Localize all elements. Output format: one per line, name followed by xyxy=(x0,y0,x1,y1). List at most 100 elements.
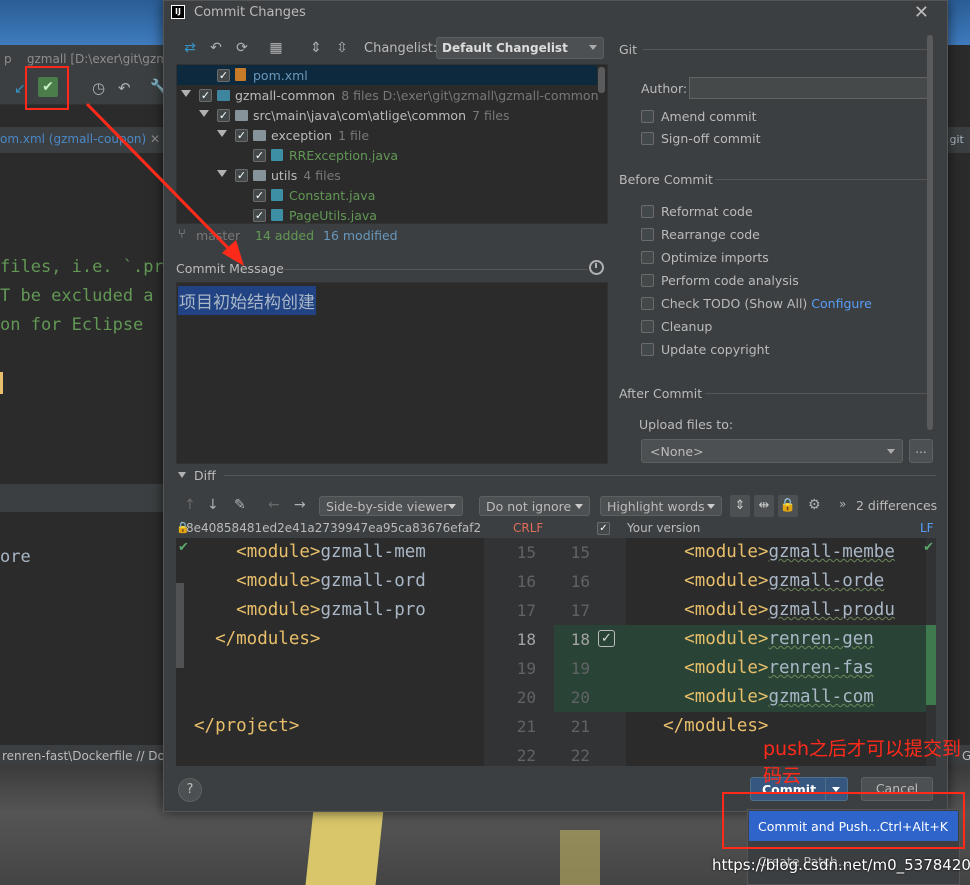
upload-target-select[interactable]: <None> xyxy=(641,439,903,463)
next-change-icon[interactable]: ↓ xyxy=(207,497,219,513)
diff-toolbar: ↑ ↓ ✎ ← → Side-by-side viewer Do not ign… xyxy=(176,494,938,518)
option-label: Amend commit xyxy=(661,109,757,124)
expand-toggle-icon[interactable] xyxy=(217,170,227,177)
xml-tag: <module> xyxy=(684,687,769,707)
back-icon[interactable]: ← xyxy=(268,497,280,513)
xml-tag: <module> xyxy=(236,600,321,620)
tree-row[interactable]: ✓ gzmall-common 8 files D:\exer\git\gzmall… xyxy=(177,85,599,105)
checkbox[interactable] xyxy=(641,205,654,218)
tree-scrollbar[interactable] xyxy=(598,67,605,93)
tab-close-icon[interactable]: ✕ xyxy=(150,132,160,146)
include-checkbox[interactable]: ✓ xyxy=(253,209,266,222)
tree-row[interactable]: ✓ exception 1 file xyxy=(177,125,597,145)
changelist-select[interactable]: Default Changelist xyxy=(436,37,604,59)
diff-left-pane[interactable]: </project> </modules> <module>gzmall-pro… xyxy=(176,538,484,766)
ide-tool-window-header xyxy=(0,484,165,512)
checkbox[interactable] xyxy=(641,343,654,356)
history-icon[interactable]: ◷ xyxy=(92,79,105,97)
expand-toggle-icon[interactable] xyxy=(217,130,227,137)
checkbox[interactable] xyxy=(641,110,654,123)
diff-gutter: ✓ 15 16 17 18 19 20 21 22 15 16 17 18 19 20 21 22 xyxy=(484,538,626,766)
chevron-down-icon xyxy=(887,449,895,454)
include-checkbox[interactable]: ✓ xyxy=(597,522,610,535)
help-button[interactable]: ? xyxy=(178,778,202,802)
include-checkbox[interactable]: ✓ xyxy=(217,109,230,122)
options-scrollbar[interactable] xyxy=(927,35,933,430)
xml-tag: <module> xyxy=(684,600,769,620)
collapse-unchanged-icon[interactable]: ⇕ xyxy=(730,495,750,517)
expand-all-icon[interactable]: ⇕ xyxy=(308,40,324,56)
dialog-title-bar: IJ Commit Changes ✕ xyxy=(164,1,947,25)
highlight-value: Highlight words xyxy=(607,499,705,514)
check-icon: ✔ xyxy=(178,540,189,555)
sync-scroll-icon[interactable]: ⇹ xyxy=(754,495,774,517)
file-count: 7 files xyxy=(472,108,510,123)
checkbox[interactable] xyxy=(641,320,654,333)
tree-item-label: Constant.java xyxy=(289,188,376,203)
expand-toggle-icon[interactable] xyxy=(199,110,209,117)
highlight-select[interactable]: Highlight words xyxy=(600,496,722,516)
diff-section-header[interactable]: Diff xyxy=(178,468,216,483)
annotation-note: push之后才可以提交到码云 xyxy=(763,738,962,787)
line-number-left: 21 xyxy=(516,717,536,736)
rollback-icon[interactable]: ↶ xyxy=(208,40,224,56)
checkbox[interactable] xyxy=(641,274,654,287)
ignore-select[interactable]: Do not ignore xyxy=(479,496,590,516)
right-tab[interactable]: .git xyxy=(946,127,970,153)
refresh-icon[interactable]: ⟳ xyxy=(234,40,250,56)
forward-icon[interactable]: → xyxy=(294,497,306,513)
checkbox[interactable] xyxy=(641,251,654,264)
section-divider xyxy=(715,179,933,180)
message-history-icon[interactable] xyxy=(589,260,604,275)
expand-toggle-icon[interactable] xyxy=(181,90,191,97)
checkbox[interactable] xyxy=(641,132,654,145)
left-line-separator[interactable]: CRLF xyxy=(513,521,543,535)
prev-change-icon[interactable]: ↑ xyxy=(184,497,196,513)
group-by-icon[interactable]: ▦ xyxy=(268,40,284,56)
include-checkbox[interactable]: ✓ xyxy=(199,89,212,102)
include-checkbox[interactable]: ✓ xyxy=(235,129,248,142)
author-input[interactable] xyxy=(689,77,929,99)
checkbox[interactable] xyxy=(641,297,654,310)
include-checkbox[interactable]: ✓ xyxy=(253,149,266,162)
diff-right-pane[interactable]: </modules> <module>gzmall-com <module>re… xyxy=(626,538,936,766)
more-icon[interactable]: » xyxy=(839,497,846,511)
include-checkbox[interactable]: ✓ xyxy=(253,189,266,202)
include-checkbox[interactable]: ✓ xyxy=(217,69,230,82)
title-prefix: p xyxy=(4,52,12,66)
line-number-left: 15 xyxy=(516,543,536,562)
tree-row[interactable]: ✓ src\main\java\com\atlige\common 7 files xyxy=(177,105,597,125)
tree-row[interactable]: ✓ utils 4 files xyxy=(177,165,597,185)
xml-tag: <module> xyxy=(684,658,769,678)
file-count: 1 file xyxy=(338,128,370,143)
editor-tab[interactable]: om.xml (gzmall-coupon) ✕ xyxy=(0,132,160,146)
tree-row[interactable]: ✓ Constant.java xyxy=(177,185,597,205)
include-checkbox[interactable]: ✓ xyxy=(235,169,248,182)
line-number-left: 17 xyxy=(516,601,536,620)
right-line-separator[interactable]: LF xyxy=(920,521,934,535)
diff-viewer[interactable]: </project> </modules> <module>gzmall-pro… xyxy=(176,538,936,766)
gear-icon[interactable]: ⚙ xyxy=(808,497,821,513)
tree-row[interactable]: ✓ PageUtils.java xyxy=(177,205,597,223)
edit-icon[interactable]: ✎ xyxy=(234,497,246,513)
left-scroll-marker xyxy=(176,583,184,668)
configure-link[interactable]: Configure xyxy=(807,296,872,311)
commit-message-input[interactable]: 项目初始结构创建 xyxy=(176,282,608,464)
file-count: 8 files D:\exer\git\gzmall\gzmall-common xyxy=(341,88,599,103)
upload-config-button[interactable]: ... xyxy=(909,439,933,463)
rollback-icon[interactable]: ↶ xyxy=(118,79,131,97)
update-project-icon[interactable]: ↙ xyxy=(14,81,26,97)
show-diff-icon[interactable]: ⇄ xyxy=(182,40,198,56)
close-icon[interactable]: ✕ xyxy=(914,2,929,23)
viewer-select[interactable]: Side-by-side viewer xyxy=(319,496,463,516)
collapse-all-icon[interactable]: ⇳ xyxy=(334,40,350,56)
tree-row[interactable]: ✓ RRException.java xyxy=(177,145,597,165)
checkbox[interactable] xyxy=(641,228,654,241)
tree-item-label: src\main\java\com\atlige\common 7 files xyxy=(253,108,510,123)
upload-target-value: <None> xyxy=(650,444,704,459)
tree-row[interactable]: ✓ pom.xml xyxy=(177,65,597,85)
include-change-checkbox[interactable]: ✓ xyxy=(598,630,615,647)
lock-icon[interactable]: 🔒 xyxy=(778,495,798,517)
line-number-right: 17 xyxy=(570,601,590,620)
